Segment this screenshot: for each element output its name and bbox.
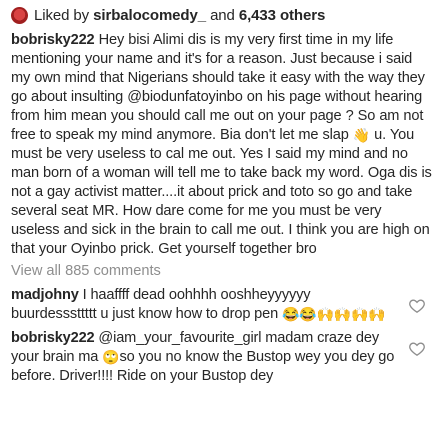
- caption-text-part2: u. You must be very useless to cal me ou…: [11, 127, 432, 257]
- post-caption: bobrisky222 Hey bisi Alimi dis is my ver…: [11, 31, 433, 259]
- heart-icon[interactable]: [409, 341, 425, 357]
- comment-item: madjohny I haaffff dead oohhhh ooshheyyy…: [11, 286, 433, 324]
- comment-username[interactable]: madjohny: [11, 287, 79, 303]
- liker-avatar[interactable]: [11, 6, 28, 24]
- caption-username[interactable]: bobrisky222: [11, 32, 95, 48]
- comment-item: bobrisky222 @iam_your_favourite_girl mad…: [11, 329, 433, 386]
- eye-roll-emoji: 🙄: [102, 349, 120, 365]
- waving-hand-emoji: 👋: [352, 127, 371, 143]
- likes-row: Liked by sirbalocomedy_ and 6,433 others: [11, 4, 433, 26]
- likes-summary: Liked by sirbalocomedy_ and 6,433 others: [34, 7, 325, 24]
- liker-username[interactable]: sirbalocomedy_: [93, 7, 206, 24]
- likes-prefix: Liked by: [34, 6, 90, 24]
- view-all-comments-link[interactable]: View all 885 comments: [11, 262, 433, 281]
- likes-and: and: [210, 6, 235, 24]
- heart-icon[interactable]: [409, 298, 425, 314]
- comment-username[interactable]: bobrisky222: [11, 330, 95, 346]
- post-comments-panel: Liked by sirbalocomedy_ and 6,433 others…: [0, 0, 443, 428]
- likes-count[interactable]: 6,433 others: [239, 7, 325, 24]
- comment-emojis: 😂😂🙌🙌🙌🙌: [282, 306, 386, 322]
- comment-mention[interactable]: @iam_your_favourite_girl: [95, 330, 261, 346]
